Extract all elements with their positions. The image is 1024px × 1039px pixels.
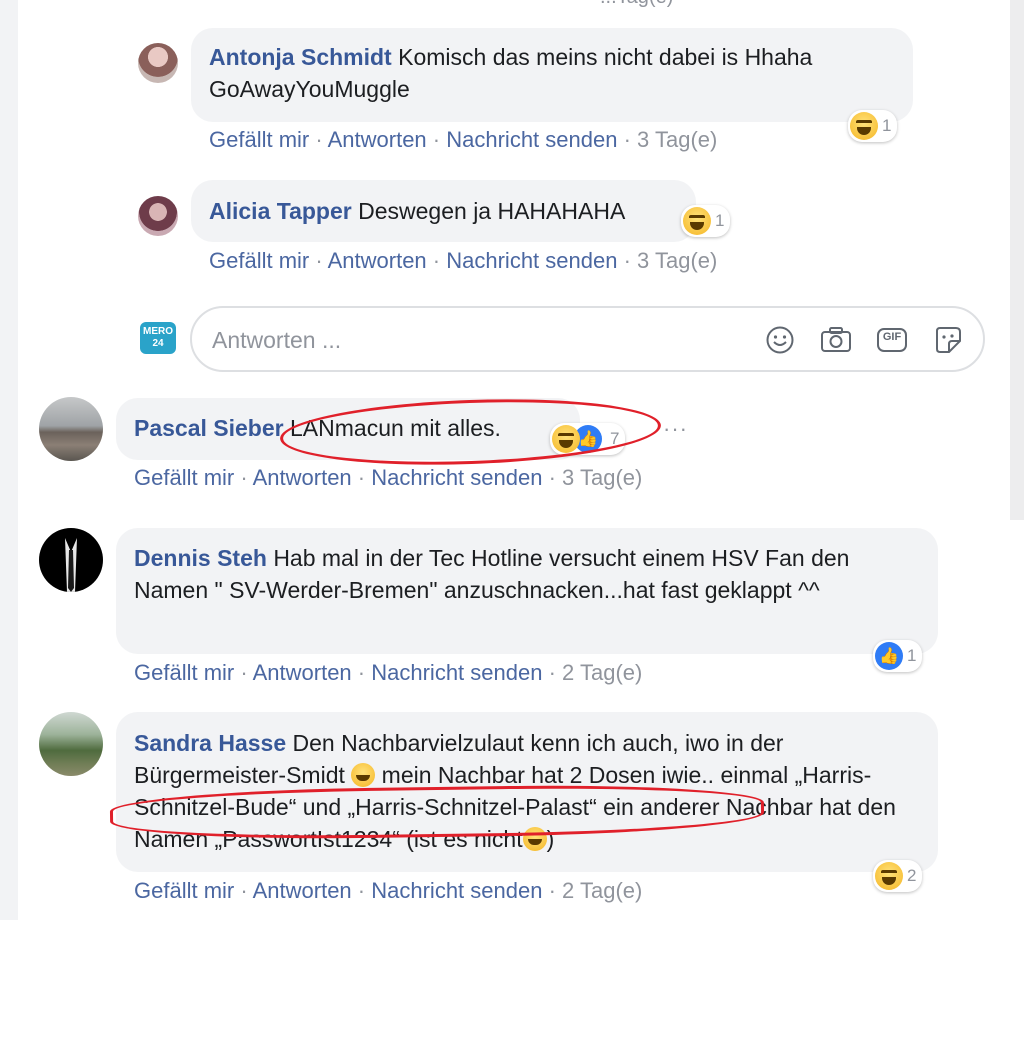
comment-text: LANmacun mit alles. [290, 415, 501, 441]
comment-actions: Gefällt mir · Antworten · Nachricht send… [134, 465, 643, 490]
timestamp[interactable]: 3 Tag(e) [562, 465, 642, 490]
like-link[interactable]: Gefällt mir [134, 660, 234, 685]
send-message-link[interactable]: Nachricht senden [446, 127, 617, 152]
timestamp[interactable]: 2 Tag(e) [562, 878, 642, 903]
haha-icon [850, 112, 878, 140]
avatar[interactable] [39, 712, 103, 776]
haha-icon [875, 862, 903, 890]
send-message-link[interactable]: Nachricht senden [371, 878, 542, 903]
comment-author-name[interactable]: Pascal Sieber [134, 415, 284, 441]
send-message-link[interactable]: Nachricht senden [446, 248, 617, 273]
reaction-badge[interactable]: 👍 1 [873, 640, 923, 672]
send-message-link[interactable]: Nachricht senden [371, 660, 542, 685]
reaction-count: 1 [882, 116, 892, 135]
reply-bubble: Alicia Tapper Deswegen ja HAHAHAHA [191, 180, 696, 242]
reply-text: Deswegen ja HAHAHAHA [358, 198, 626, 224]
reply-author-name[interactable]: Antonja Schmidt [209, 44, 392, 70]
page-avatar[interactable]: MERO 24 [140, 322, 176, 354]
reply-author-name[interactable]: Alicia Tapper [209, 198, 352, 224]
reaction-badge[interactable]: 👍 7 [550, 423, 626, 455]
cropped-timestamp: ...Tag(e) [600, 0, 673, 9]
reply-link[interactable]: Antworten [328, 248, 427, 273]
comment-bubble: Pascal Sieber LANmacun mit alles. [116, 398, 580, 460]
gif-label: GIF [882, 331, 902, 343]
haha-icon [683, 207, 711, 235]
avatar[interactable] [39, 397, 103, 461]
like-link[interactable]: Gefällt mir [134, 465, 234, 490]
gif-icon[interactable]: GIF [876, 324, 908, 356]
laughing-emoji-icon [351, 763, 376, 787]
haha-icon [552, 425, 580, 453]
like-icon: 👍 [875, 642, 903, 670]
reply-actions: Gefällt mir · Antworten · Nachricht send… [209, 127, 718, 152]
reply-input[interactable] [210, 322, 734, 358]
sticker-icon[interactable] [932, 324, 964, 356]
reply-actions: Gefällt mir · Antworten · Nachricht send… [209, 248, 718, 273]
reply-link[interactable]: Antworten [253, 465, 352, 490]
reaction-count: 1 [907, 646, 917, 665]
comment-author-name[interactable]: Sandra Hasse [134, 730, 286, 756]
like-link[interactable]: Gefällt mir [134, 878, 234, 903]
comment-text: ) [546, 826, 555, 852]
timestamp[interactable]: 2 Tag(e) [562, 660, 642, 685]
timestamp[interactable]: 3 Tag(e) [637, 248, 717, 273]
comment-actions: Gefällt mir · Antworten · Nachricht send… [134, 660, 643, 685]
reaction-count: 7 [610, 429, 620, 448]
reaction-badge[interactable]: 2 [873, 860, 923, 892]
comments-panel: ...Tag(e) Antonja Schmidt Komisch das me… [0, 0, 1024, 920]
more-options-icon[interactable]: ··· [663, 416, 688, 442]
reaction-badge[interactable]: 1 [681, 205, 731, 237]
avatar[interactable] [138, 43, 178, 83]
avatar[interactable] [138, 196, 178, 236]
reaction-count: 2 [907, 866, 917, 885]
reply-bubble: Antonja Schmidt Komisch das meins nicht … [191, 28, 913, 122]
left-edge [0, 0, 18, 920]
reply-composer[interactable]: GIF [190, 306, 985, 372]
laughing-emoji-icon [522, 827, 547, 851]
reply-link[interactable]: Antworten [328, 127, 427, 152]
reaction-badge[interactable]: 1 [848, 110, 898, 142]
scrollbar[interactable] [1010, 0, 1024, 520]
camera-icon[interactable] [820, 324, 852, 356]
reply-link[interactable]: Antworten [253, 660, 352, 685]
timestamp[interactable]: 3 Tag(e) [637, 127, 717, 152]
comment-bubble: Sandra Hasse Den Nachbarvielzulaut kenn … [116, 712, 938, 872]
comment-author-name[interactable]: Dennis Steh [134, 545, 267, 571]
like-link[interactable]: Gefällt mir [209, 248, 309, 273]
reply-link[interactable]: Antworten [253, 878, 352, 903]
comment-bubble: Dennis Steh Hab mal in der Tec Hotline v… [116, 528, 938, 654]
reaction-count: 1 [715, 211, 725, 230]
comment-actions: Gefällt mir · Antworten · Nachricht send… [134, 878, 643, 903]
smiley-icon[interactable] [764, 324, 796, 356]
avatar[interactable] [39, 528, 103, 592]
page-avatar-label: MERO 24 [143, 326, 173, 349]
like-link[interactable]: Gefällt mir [209, 127, 309, 152]
send-message-link[interactable]: Nachricht senden [371, 465, 542, 490]
